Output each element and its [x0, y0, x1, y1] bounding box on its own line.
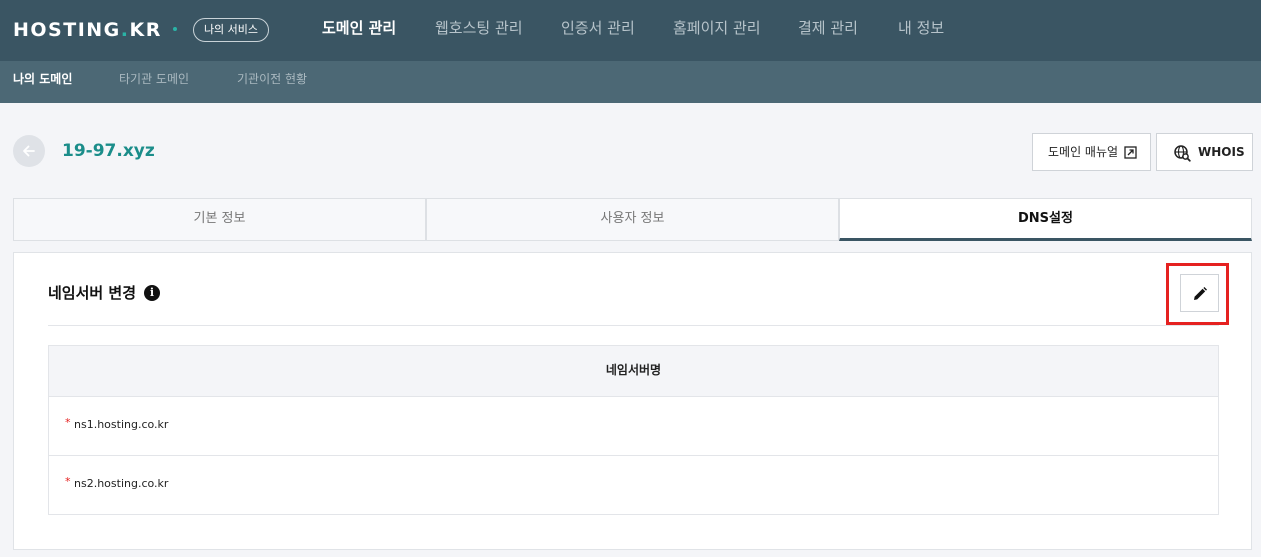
nameserver-column-header: 네임서버명 [49, 346, 1218, 397]
domain-manual-label: 도메인 매뉴얼 [1048, 145, 1119, 159]
sub-navigation-bar: 나의 도메인 타기관 도메인 기관이전 현황 [0, 61, 1261, 103]
top-navigation-bar: HOSTING.KR 나의 서비스 도메인 관리 웹호스팅 관리 인증서 관리 … [0, 0, 1261, 61]
edit-nameserver-button[interactable] [1180, 274, 1219, 312]
nameserver-table: 네임서버명 * ns1.hosting.co.kr * ns2.hosting.… [48, 345, 1219, 515]
logo-tld-text: KR [129, 19, 162, 41]
nameserver-section-title: 네임서버 변경 [48, 284, 137, 302]
nameserver-2-value: ns2.hosting.co.kr [74, 477, 169, 490]
domain-detail-tabs: 기본 정보 사용자 정보 DNS설정 [13, 198, 1252, 242]
logo-main-text: HOSTING [13, 19, 121, 41]
nav-homepage-management[interactable]: 홈페이지 관리 [673, 0, 761, 61]
my-service-badge[interactable]: 나의 서비스 [193, 18, 269, 42]
tab-user-info[interactable]: 사용자 정보 [426, 198, 839, 241]
subnav-other-registrar-domains[interactable]: 타기관 도메인 [119, 61, 189, 103]
nav-webhosting-management[interactable]: 웹호스팅 관리 [435, 0, 523, 61]
info-icon[interactable]: i [144, 285, 160, 301]
whois-button[interactable]: WHOIS [1156, 133, 1253, 171]
domain-title: 19-97.xyz [62, 141, 155, 161]
globe-search-icon [1174, 145, 1191, 162]
tab-dns-settings[interactable]: DNS설정 [839, 198, 1252, 241]
required-mark: * [65, 416, 71, 429]
nameserver-panel: 네임서버 변경 i 네임서버명 * ns1.hosting.co.kr * ns… [13, 252, 1252, 550]
nav-certificate-management[interactable]: 인증서 관리 [561, 0, 635, 61]
nameserver-1-value: ns1.hosting.co.kr [74, 418, 169, 431]
whois-label: WHOIS [1198, 145, 1245, 159]
table-row: * ns1.hosting.co.kr [49, 397, 1218, 456]
external-link-icon [1124, 146, 1137, 159]
arrow-left-icon [23, 145, 35, 157]
subnav-my-domains[interactable]: 나의 도메인 [13, 61, 72, 103]
required-mark: * [65, 475, 71, 488]
logo-separator-dot [173, 27, 177, 31]
back-button[interactable] [13, 135, 45, 167]
tab-basic-info[interactable]: 기본 정보 [13, 198, 426, 241]
nav-domain-management[interactable]: 도메인 관리 [322, 0, 396, 61]
hosting-kr-logo[interactable]: HOSTING.KR [13, 19, 162, 41]
nav-payment-management[interactable]: 결제 관리 [798, 0, 858, 61]
subnav-transfer-status[interactable]: 기관이전 현황 [237, 61, 307, 103]
pencil-icon [1194, 287, 1207, 300]
nav-my-info[interactable]: 내 정보 [898, 0, 944, 61]
domain-manual-button[interactable]: 도메인 매뉴얼 [1032, 133, 1151, 171]
table-row: * ns2.hosting.co.kr [49, 456, 1218, 515]
section-divider [48, 325, 1219, 326]
